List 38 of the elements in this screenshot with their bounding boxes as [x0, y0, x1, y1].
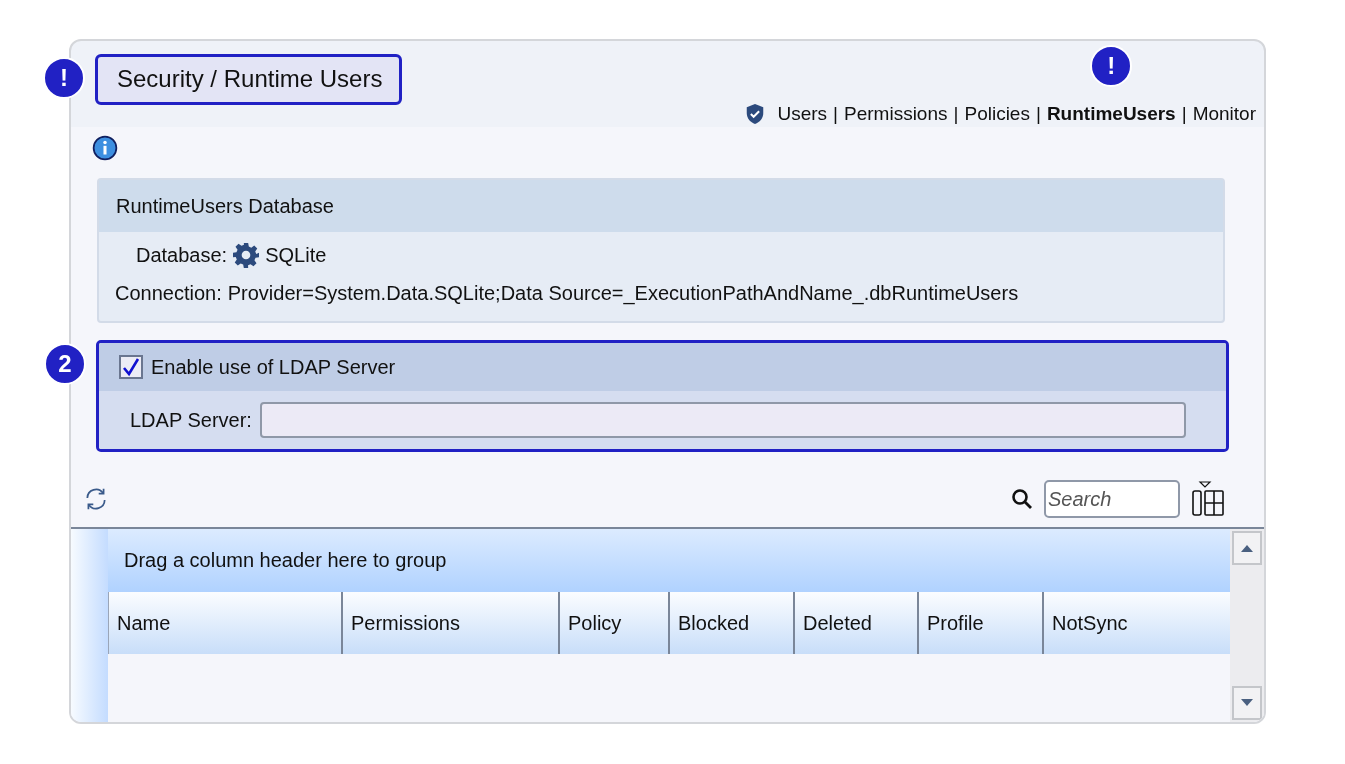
scrollbar[interactable]: [1230, 529, 1264, 722]
ldap-server-field[interactable]: [259, 402, 1186, 438]
nav-separator: |: [1181, 103, 1187, 125]
column-header[interactable]: Permissions: [341, 592, 558, 654]
ldap-server-label: LDAP Server:: [130, 408, 252, 432]
nav-link[interactable]: Policies: [964, 103, 1030, 124]
panel-title: RuntimeUsers Database: [116, 194, 334, 218]
column-header[interactable]: Profile: [917, 592, 1042, 654]
page-title: Security / Runtime Users: [95, 54, 403, 105]
callout-marker: !: [43, 57, 85, 99]
column-header[interactable]: Blocked: [668, 592, 793, 654]
gear-icon: [233, 242, 260, 268]
info-icon[interactable]: [92, 135, 118, 161]
nav-separator: |: [833, 103, 839, 125]
database-label: Database:: [136, 243, 228, 267]
nav-link[interactable]: Permissions: [844, 103, 948, 124]
callout-marker: !: [1090, 45, 1133, 87]
nav-link[interactable]: Users: [777, 103, 828, 124]
connection-label: Connection:: [115, 282, 222, 305]
column-chooser-icon[interactable]: [1190, 481, 1226, 517]
scroll-up-icon[interactable]: [1241, 544, 1253, 552]
column-header[interactable]: NotSync: [1042, 592, 1230, 654]
database-value: SQLite: [265, 243, 327, 267]
group-hint: Drag a column header here to group: [124, 549, 447, 572]
nav-link[interactable]: Monitor: [1192, 103, 1256, 124]
nav-separator: |: [1035, 103, 1041, 125]
scroll-down-icon[interactable]: [1241, 699, 1253, 707]
search-field[interactable]: Search: [1044, 480, 1180, 518]
checkbox-label: Enable use of LDAP Server: [151, 355, 396, 379]
connection-string: Provider=System.Data.SQLite;Data Source=_ExecutionPathAndName_.dbRuntimeUsers: [227, 282, 1019, 305]
checkbox[interactable]: [119, 355, 143, 379]
column-header[interactable]: Policy: [558, 592, 668, 654]
nav-separator: |: [953, 103, 959, 125]
nav-link[interactable]: RuntimeUsers: [1046, 103, 1176, 124]
callout-marker: 2: [44, 343, 86, 385]
search-icon[interactable]: [1010, 487, 1034, 511]
column-header[interactable]: Deleted: [793, 592, 917, 654]
column-header[interactable]: Name: [108, 592, 341, 654]
